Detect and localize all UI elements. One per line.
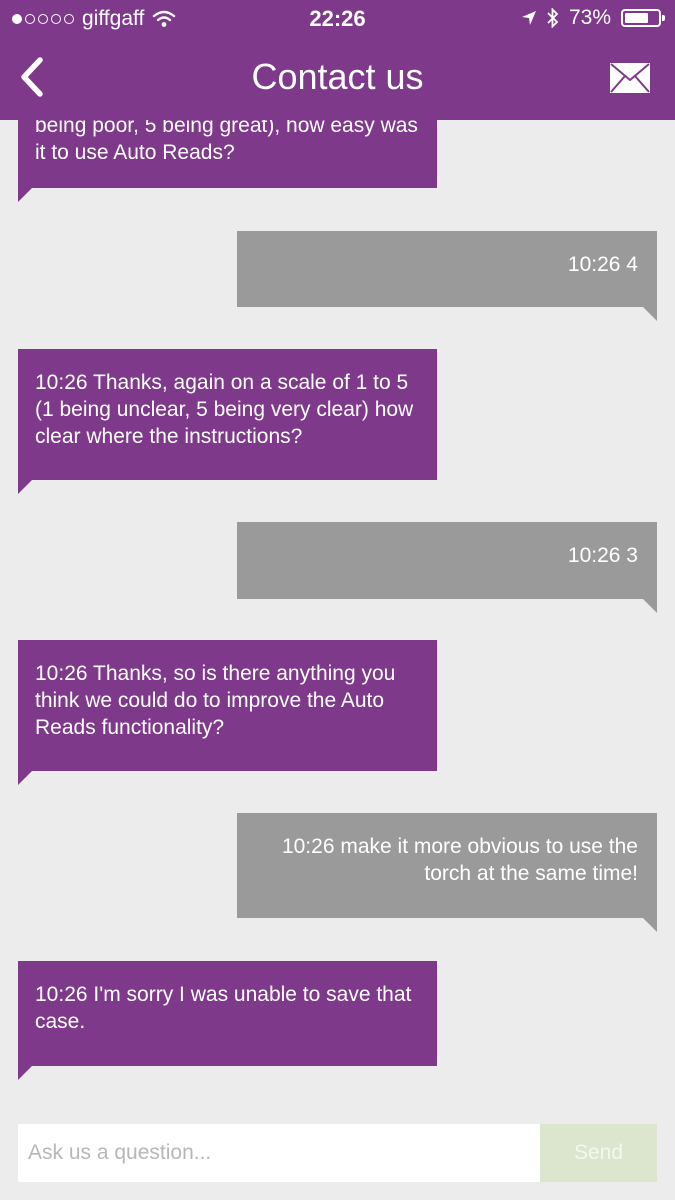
send-button[interactable]: Send — [540, 1124, 657, 1182]
user-message: 10:26 3 — [237, 522, 657, 613]
top-bar: giffgaff 22:26 73% Contact us — [0, 0, 675, 120]
agent-message: 10:26 Thanks, so is there anything you t… — [18, 640, 437, 785]
envelope-icon[interactable] — [609, 62, 651, 94]
battery-percent: 73% — [568, 6, 611, 29]
agent-message: 10:26 I'm sorry I was unable to save tha… — [18, 961, 437, 1080]
status-bar: giffgaff 22:26 73% — [0, 0, 675, 38]
nav-bar: Contact us — [0, 40, 675, 120]
composer: Send — [18, 1124, 657, 1182]
bluetooth-icon — [547, 8, 559, 28]
battery-icon — [621, 9, 665, 27]
question-input[interactable] — [18, 1124, 540, 1182]
user-message: 10:26 make it more obvious to use the to… — [237, 813, 657, 932]
message-list[interactable]: being poor, 5 being great), how easy was… — [0, 0, 675, 1110]
agent-message: 10:26 Thanks, again on a scale of 1 to 5… — [18, 349, 437, 494]
status-right-group: 73% — [521, 6, 665, 30]
page-title: Contact us — [251, 56, 424, 97]
user-message: 10:26 4 — [237, 231, 657, 321]
location-arrow-icon — [521, 11, 536, 25]
